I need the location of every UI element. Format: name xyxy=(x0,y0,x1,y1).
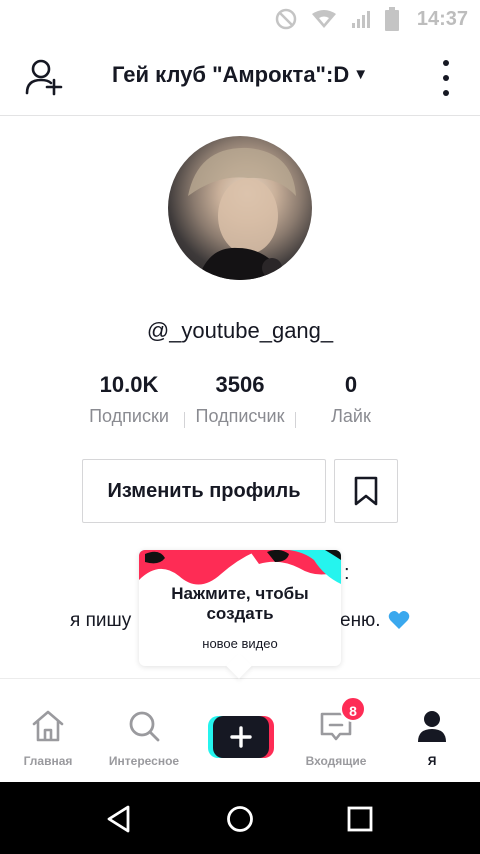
bookmark-icon xyxy=(354,476,378,506)
account-switcher[interactable]: Гей клуб "Амрокта":D ▼ xyxy=(0,62,480,88)
stat-value: 0 xyxy=(344,372,358,397)
tab-inbox[interactable]: 8 Входящие xyxy=(288,696,384,768)
search-icon xyxy=(129,711,160,742)
stat-likes[interactable]: 0 Лайк xyxy=(296,372,406,427)
more-dot-icon xyxy=(443,90,449,96)
create-video-tooltip[interactable]: Нажмите, чтобы создать новое видео xyxy=(139,550,341,679)
tooltip-title: Нажмите, чтобы создать xyxy=(171,584,309,623)
signal-icon xyxy=(351,11,370,28)
favorites-button[interactable] xyxy=(334,459,398,523)
tooltip-subtitle: новое видео xyxy=(202,636,278,651)
home-circle-icon[interactable] xyxy=(225,804,255,834)
status-icons: 14:37 xyxy=(275,0,468,38)
blue-heart-icon xyxy=(388,611,410,629)
tab-home[interactable]: Главная xyxy=(0,708,96,768)
username: @_youtube_gang_ xyxy=(146,318,334,343)
more-dot-icon xyxy=(443,60,449,66)
tab-label: Я xyxy=(427,754,437,768)
bio-text: : xyxy=(344,562,350,584)
more-options-button[interactable] xyxy=(440,60,452,96)
tab-discover[interactable]: Интересное xyxy=(96,708,192,768)
stat-following[interactable]: 10.0K Подписки xyxy=(74,372,184,427)
avatar[interactable] xyxy=(168,136,312,280)
recents-icon[interactable] xyxy=(345,804,375,834)
stat-followers[interactable]: 3506 Подписчик xyxy=(185,372,295,427)
tab-label: Главная xyxy=(23,754,73,768)
edit-profile-button[interactable]: Изменить профиль xyxy=(82,459,326,523)
stat-label: Подписчик xyxy=(195,406,285,426)
notification-badge: 8 xyxy=(340,696,366,722)
tab-label: Интересное xyxy=(108,754,180,768)
do-not-disturb-icon xyxy=(275,8,297,30)
tooltip-pointer xyxy=(226,653,252,679)
avatar-photo xyxy=(188,147,296,280)
stat-label: Подписки xyxy=(89,406,169,426)
person-icon xyxy=(418,711,446,742)
status-time: 14:37 xyxy=(416,7,468,30)
bio-text: я пишу xyxy=(70,610,132,631)
stat-value: 3506 xyxy=(215,372,265,397)
stat-value: 10.0K xyxy=(99,372,159,397)
profile-stats: 10.0K Подписки 3506 Подписчик 0 Лайк xyxy=(0,372,480,432)
tab-label: Входящие xyxy=(305,754,367,768)
bio-text: еню. xyxy=(340,610,381,631)
tab-me[interactable]: Я xyxy=(384,708,480,768)
system-navigation-bar xyxy=(0,782,480,854)
profile-header: Гей клуб "Амрокта":D ▼ xyxy=(0,38,480,116)
caret-down-icon: ▼ xyxy=(353,66,369,83)
home-icon xyxy=(32,710,64,742)
status-bar: 14:37 xyxy=(0,0,480,38)
page-title: Гей клуб "Амрокта":D xyxy=(111,62,350,87)
bottom-tab-bar: Главная Интересное 8 Входящие Я xyxy=(0,692,480,782)
stat-label: Лайк xyxy=(331,406,371,426)
battery-icon xyxy=(384,7,399,31)
wifi-icon xyxy=(311,10,336,28)
more-dot-icon xyxy=(443,75,449,81)
back-icon[interactable] xyxy=(104,804,134,834)
create-video-button[interactable] xyxy=(208,716,274,758)
divider xyxy=(0,678,480,679)
